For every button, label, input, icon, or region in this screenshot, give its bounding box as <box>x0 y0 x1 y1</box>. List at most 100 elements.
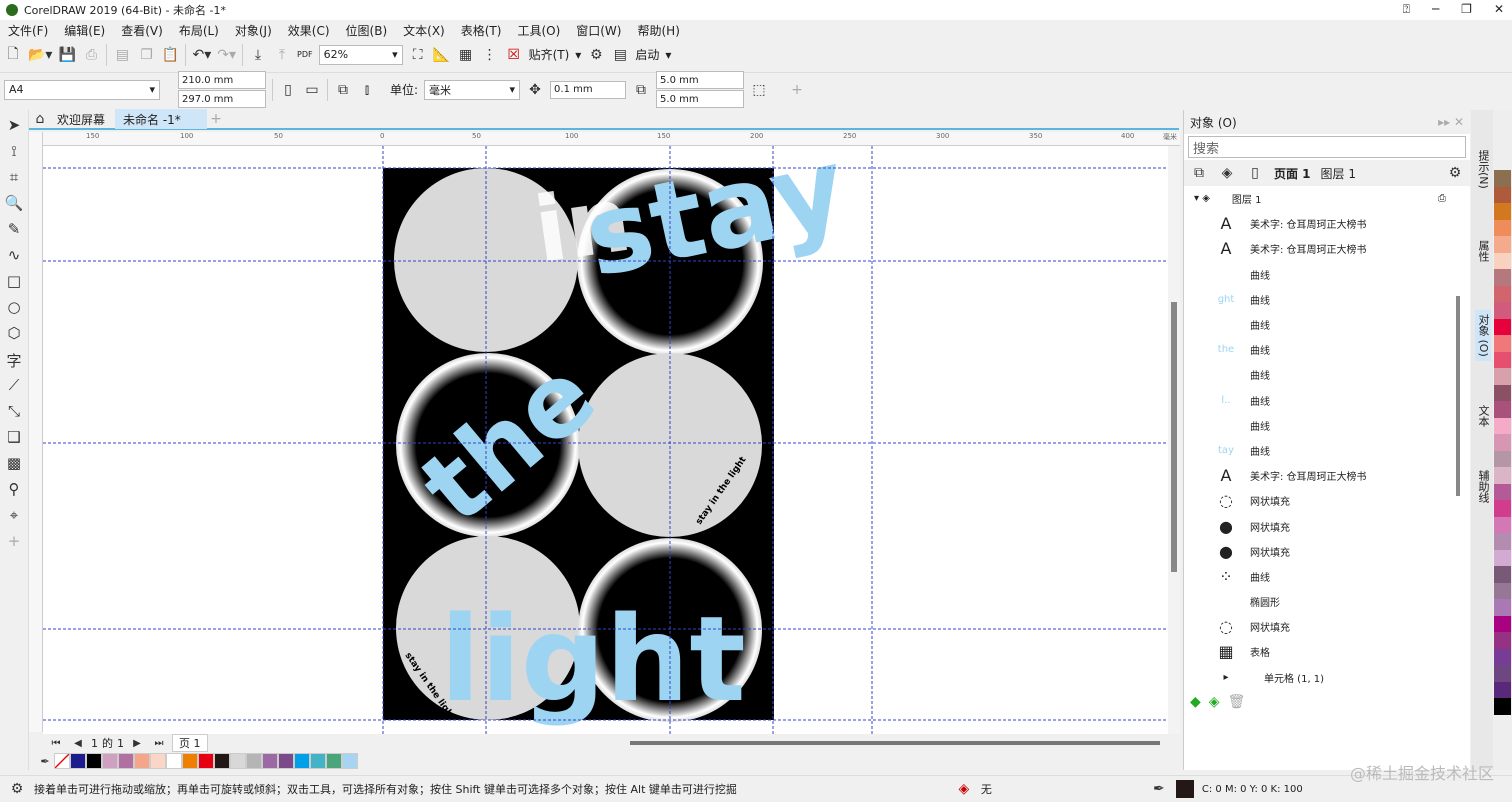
color-swatch[interactable] <box>1494 450 1511 467</box>
color-swatch[interactable] <box>1494 698 1511 715</box>
vertical-ruler[interactable] <box>29 132 43 732</box>
side-tab-objects[interactable]: 对象 (O) <box>1475 310 1491 361</box>
new-document-icon[interactable]: 🗋 <box>4 43 22 67</box>
paste-icon[interactable]: 📋 <box>161 47 179 63</box>
color-swatch[interactable] <box>1494 615 1511 632</box>
color-swatch[interactable] <box>1494 203 1511 220</box>
color-swatch[interactable] <box>1494 384 1511 401</box>
no-color-swatch[interactable] <box>54 753 70 769</box>
guidelines-icon[interactable]: ⋮ <box>481 47 499 63</box>
copy-icon[interactable]: ❐ <box>137 47 155 63</box>
save-icon[interactable]: 💾 <box>58 47 76 63</box>
color-swatch[interactable] <box>86 753 102 769</box>
next-page-icon[interactable]: ▶ <box>128 738 146 749</box>
layers-icon[interactable]: ◈ <box>1218 165 1236 181</box>
color-swatch[interactable] <box>230 753 246 769</box>
menu-file[interactable]: 文件(F) <box>8 22 48 39</box>
color-swatch[interactable] <box>1494 434 1511 451</box>
snap-off-icon[interactable]: ☒ <box>505 47 523 63</box>
transparency-icon[interactable]: ▩ <box>5 454 23 475</box>
object-list-item[interactable]: ◌ 网状填充 <box>1184 488 1470 513</box>
color-swatch[interactable] <box>1494 351 1511 368</box>
menu-table[interactable]: 表格(T) <box>461 22 502 39</box>
menu-text[interactable]: 文本(X) <box>403 22 445 39</box>
color-swatch[interactable] <box>1494 236 1511 253</box>
zoom-tool-icon[interactable]: 🔍 <box>5 194 24 215</box>
color-swatch[interactable] <box>102 753 118 769</box>
color-swatch[interactable] <box>294 753 310 769</box>
color-swatch[interactable] <box>1494 648 1511 665</box>
docker-close-icon[interactable]: ▸▸ ✕ <box>1438 115 1464 129</box>
add-tool-icon[interactable]: + <box>5 532 23 553</box>
object-search-input[interactable]: 搜索 <box>1188 136 1466 158</box>
menu-edit[interactable]: 编辑(E) <box>64 22 105 39</box>
freehand-tool-icon[interactable]: ✎ <box>5 220 23 241</box>
status-gear-icon[interactable]: ⚙ <box>8 781 26 797</box>
menu-view[interactable]: 查看(V) <box>121 22 163 39</box>
last-page-icon[interactable]: ⏭ <box>150 738 168 749</box>
ellipse-tool-icon[interactable]: ○ <box>5 298 23 319</box>
object-list-item[interactable]: 椭圆形 <box>1184 589 1470 614</box>
color-swatch[interactable] <box>1494 582 1511 599</box>
page-tab-1[interactable]: 页 1 <box>172 734 208 752</box>
color-swatch[interactable] <box>1494 665 1511 682</box>
color-swatch[interactable] <box>198 753 214 769</box>
zoom-fit-icon[interactable]: ⛶ <box>409 47 427 63</box>
object-list-item[interactable]: l.. 曲线 <box>1184 388 1470 413</box>
cut-icon[interactable]: ▤ <box>113 47 131 63</box>
eyedropper-icon[interactable]: ✒ <box>36 755 54 768</box>
landscape-icon[interactable]: ▭ <box>303 82 321 98</box>
units-select[interactable]: 毫米 ▾ <box>424 79 521 100</box>
object-list-item[interactable]: ◌ 网状填充 <box>1184 614 1470 639</box>
rulers-icon[interactable]: 📐 <box>433 47 451 63</box>
object-list-item[interactable]: tay 曲线 <box>1184 438 1470 463</box>
object-list-item[interactable]: ght 曲线 <box>1184 287 1470 312</box>
color-swatch[interactable] <box>326 753 342 769</box>
object-list-item[interactable]: A 美术字: 仓耳周珂正大榜书 <box>1184 236 1470 261</box>
object-list-item[interactable]: 曲线 <box>1184 262 1470 287</box>
open-icon[interactable]: 📂▾ <box>28 47 52 63</box>
interactive-fill-icon[interactable]: ⌖ <box>5 506 23 527</box>
color-swatch[interactable] <box>1494 533 1511 550</box>
all-pages-icon[interactable]: ⧉ <box>334 82 352 98</box>
tree-scrollbar[interactable] <box>1456 296 1460 496</box>
object-list-item[interactable]: 曲线 <box>1184 362 1470 387</box>
redo-icon[interactable]: ↷▾ <box>217 47 236 63</box>
menu-layout[interactable]: 布局(L) <box>179 22 219 39</box>
color-swatch[interactable] <box>1494 186 1511 203</box>
snap-to-menu[interactable]: 贴齐(T) <box>529 46 570 63</box>
color-swatch[interactable] <box>70 753 86 769</box>
fill-status[interactable]: 无 <box>981 781 992 797</box>
parallel-dimension-icon[interactable]: ⟋ <box>5 376 23 397</box>
menu-object[interactable]: 对象(J) <box>235 22 272 39</box>
publish-pdf-button[interactable]: PDF <box>297 50 313 59</box>
color-swatch[interactable] <box>214 753 230 769</box>
color-swatch[interactable] <box>1494 417 1511 434</box>
crop-tool-icon[interactable]: ⌗ <box>5 168 23 189</box>
undo-icon[interactable]: ↶▾ <box>192 47 211 63</box>
color-swatch[interactable] <box>342 753 358 769</box>
artistic-media-icon[interactable]: ∿ <box>5 246 23 267</box>
zoom-level-select[interactable]: 62% ▾ <box>318 44 403 65</box>
menu-bitmaps[interactable]: 位图(B) <box>346 22 388 39</box>
color-swatch[interactable] <box>1494 681 1511 698</box>
import-icon[interactable]: ⤓ <box>249 47 267 63</box>
home-icon[interactable]: ⌂ <box>31 111 49 127</box>
color-swatch[interactable] <box>1494 285 1511 302</box>
launch-menu[interactable]: 启动 <box>635 46 659 63</box>
color-swatch[interactable] <box>1494 269 1511 286</box>
vertical-scrollbar[interactable] <box>1168 146 1180 734</box>
tab-untitled-document[interactable]: 未命名 -1* <box>115 109 208 129</box>
page-size-select[interactable]: A4 ▾ <box>4 79 160 100</box>
first-page-icon[interactable]: ⏮ <box>47 738 65 749</box>
color-swatch[interactable] <box>310 753 326 769</box>
eyedropper-icon[interactable]: ⚲ <box>5 480 23 501</box>
text-tool-icon[interactable]: 字 <box>5 350 23 371</box>
color-swatch[interactable] <box>1494 632 1511 649</box>
layer-manager-icon[interactable]: ⧉ <box>1190 165 1208 181</box>
grid-icon[interactable]: ▦ <box>457 47 475 63</box>
color-swatch[interactable] <box>1494 599 1511 616</box>
prev-page-icon[interactable]: ◀ <box>69 738 87 749</box>
export-icon[interactable]: ⤒ <box>273 47 291 63</box>
color-swatch[interactable] <box>118 753 134 769</box>
